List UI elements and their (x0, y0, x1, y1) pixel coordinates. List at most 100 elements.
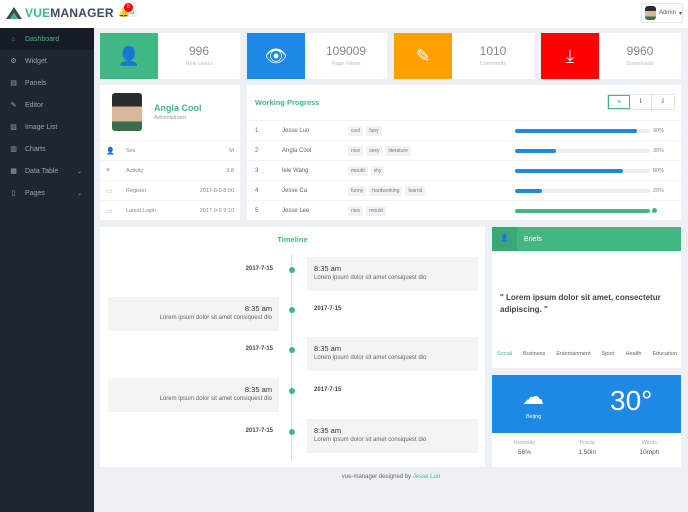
timeline-entry: 8:35 am Lorem ipsum dolor sit amet consiq… (307, 419, 478, 453)
row-value: M (229, 147, 234, 154)
row-name: Jesse Ca (282, 187, 308, 194)
entry-desc: Lorem ipsum dolor sit amet consiquest di… (314, 355, 427, 361)
nav-label: Widget (25, 57, 47, 65)
sidebar-item-dashboard[interactable]: ⌂ Dashboard (0, 28, 94, 50)
profile-card: Angla Cool Administrator 👤 Sex M ♥ Activity… (100, 85, 240, 220)
entry-time: 8:35 am (244, 304, 272, 313)
table-icon: ▦ (10, 168, 17, 175)
sidebar-item-editor[interactable]: ✎ Editor (0, 94, 94, 116)
row-label: Sex (126, 147, 136, 154)
nav-label: Charts (25, 145, 46, 153)
sidebar-item-charts[interactable]: ▥ Charts (0, 138, 94, 160)
user-icon: 👤 (106, 147, 115, 155)
file-icon: ▯ (11, 190, 16, 197)
notification-button[interactable]: 🔔 5 (118, 3, 133, 21)
footer-author-link[interactable]: Jesse Luo (413, 474, 440, 480)
sidebar-item-widget[interactable]: ⚙ Widget (0, 50, 94, 72)
row-name: Jesse Luo (282, 127, 310, 134)
footer: vue-manager designed by Jesse Luo (94, 474, 688, 480)
user-name: Admin (658, 10, 676, 16)
calendar-icon: ▭ (106, 207, 113, 215)
row-number: 5 (255, 207, 259, 214)
chevron-down-icon: ⌄ (76, 168, 82, 175)
progress-row: 4 Jesse Ca funny hardworking learnd 20% (247, 180, 681, 200)
stat-label: Downloads (626, 61, 654, 67)
row-name: Angla Cool (282, 147, 312, 154)
profile-name: Angla Cool (154, 103, 202, 113)
weather-city: Beijng (526, 414, 542, 420)
progress-row: 5 Jesse Lee nice mould (247, 200, 681, 220)
tag: cool (348, 125, 364, 136)
notification-count: 5 (124, 3, 133, 12)
eye-icon: 👁 (247, 33, 305, 79)
timeline-date: 2017-7-15 (245, 266, 273, 272)
logo-prefix: VUE (25, 6, 51, 20)
weather-temp: 30° (610, 385, 653, 416)
profile-row-activity: ♥ Activity 9.8 (100, 160, 240, 180)
entry-time: 8:35 am (314, 426, 342, 435)
sidebar-item-pages[interactable]: ▯ Pages ⌄ (0, 182, 94, 204)
stat-card-users: 👤 996 New Users (100, 33, 240, 79)
complete-check-icon (652, 208, 657, 213)
tag: sexy (366, 145, 383, 156)
briefs-tab-education[interactable]: Education (652, 351, 676, 357)
stat-value: 996 (188, 44, 210, 58)
nav-label: Dashboard (25, 35, 60, 43)
profile-row-sex: 👤 Sex M (100, 140, 240, 160)
weather-humidity: Humidity 56% (514, 440, 535, 456)
logo-suffix: MANAGER (50, 6, 114, 20)
progress-fill (515, 188, 542, 193)
tag: nice (348, 145, 364, 156)
briefs-card: 👤 Briefs " Lorem ipsum dolor sit amet, c… (492, 227, 681, 368)
list-view-button[interactable]: ≡ (608, 95, 630, 109)
timeline-entry: 8:35 am Lorem ipsum dolor sit amet consiq… (307, 257, 478, 291)
sort-descending-button[interactable]: ⇃ (652, 95, 674, 109)
user-icon: 👤 (100, 33, 158, 79)
stat-card-comments: ✎ 1010 Comments (394, 33, 534, 79)
home-icon: ⌂ (11, 35, 16, 43)
stat-label: Humidity (513, 440, 536, 446)
progress-fill (515, 208, 650, 213)
briefs-tab-entertainment[interactable]: Entertainment (556, 351, 590, 357)
image-icon: ▨ (10, 124, 17, 131)
stat-card-views: 👁 109009 Page Views (247, 33, 387, 79)
progress-bar (515, 208, 650, 213)
sort-ascending-button[interactable]: ⇂ (630, 95, 652, 109)
entry-time: 8:35 am (314, 264, 342, 273)
entry-desc: Lorem ipsum dolor sit amet consiquest di… (159, 315, 272, 321)
chevron-down-icon: ⌄ (76, 190, 82, 197)
user-menu[interactable]: Admin ▾ (641, 3, 683, 23)
cloud-icon: ☁ (522, 384, 544, 409)
timeline-date: 2017-7-15 (245, 346, 273, 352)
entry-time: 8:35 am (314, 344, 342, 353)
stat-label: Precip (579, 440, 596, 446)
row-number: 1 (255, 127, 259, 134)
stat-label: Winds (641, 440, 658, 446)
briefs-tab-sport[interactable]: Sport (601, 351, 614, 357)
tag: shy (370, 165, 385, 176)
timeline-date: 2017-7-15 (245, 428, 273, 434)
row-value: 9.8 (226, 167, 234, 174)
entry-time: 8:35 am (244, 385, 272, 394)
chart-icon: ▥ (10, 146, 17, 153)
sidebar-item-data-table[interactable]: ▦ Data Table ⌄ (0, 160, 94, 182)
weather-winds: Winds 10mph (639, 440, 659, 456)
progress-bar (515, 168, 650, 173)
user-icon: 👤 (492, 227, 517, 251)
briefs-tab-health[interactable]: Health (626, 351, 642, 357)
timeline-entry: 8:35 am Lorem ipsum dolor sit amet consiq… (108, 378, 279, 412)
nav-label: Image List (25, 123, 58, 131)
stat-label: New Users (185, 61, 213, 67)
progress-title: Working Progress (255, 98, 320, 107)
progress-fill (515, 168, 623, 173)
row-value: 2017-8-9 8:00 (199, 187, 234, 194)
stat-value: 9960 (626, 44, 654, 58)
sidebar-item-panels[interactable]: ▤ Panels (0, 72, 94, 94)
sidebar-item-image-list[interactable]: ▨ Image List (0, 116, 94, 138)
briefs-tab-business[interactable]: Business (523, 351, 545, 357)
briefs-tab-social[interactable]: Social (497, 351, 512, 357)
row-name: Jesse Lee (282, 207, 310, 214)
profile-row-register: ▭ Register 2017-8-9 8:00 (100, 180, 240, 200)
progress-percent: 80% (653, 167, 665, 174)
sidebar: ⌂ Dashboard ⚙ Widget ▤ Panels ✎ Editor ▨ Imag… (0, 28, 94, 512)
